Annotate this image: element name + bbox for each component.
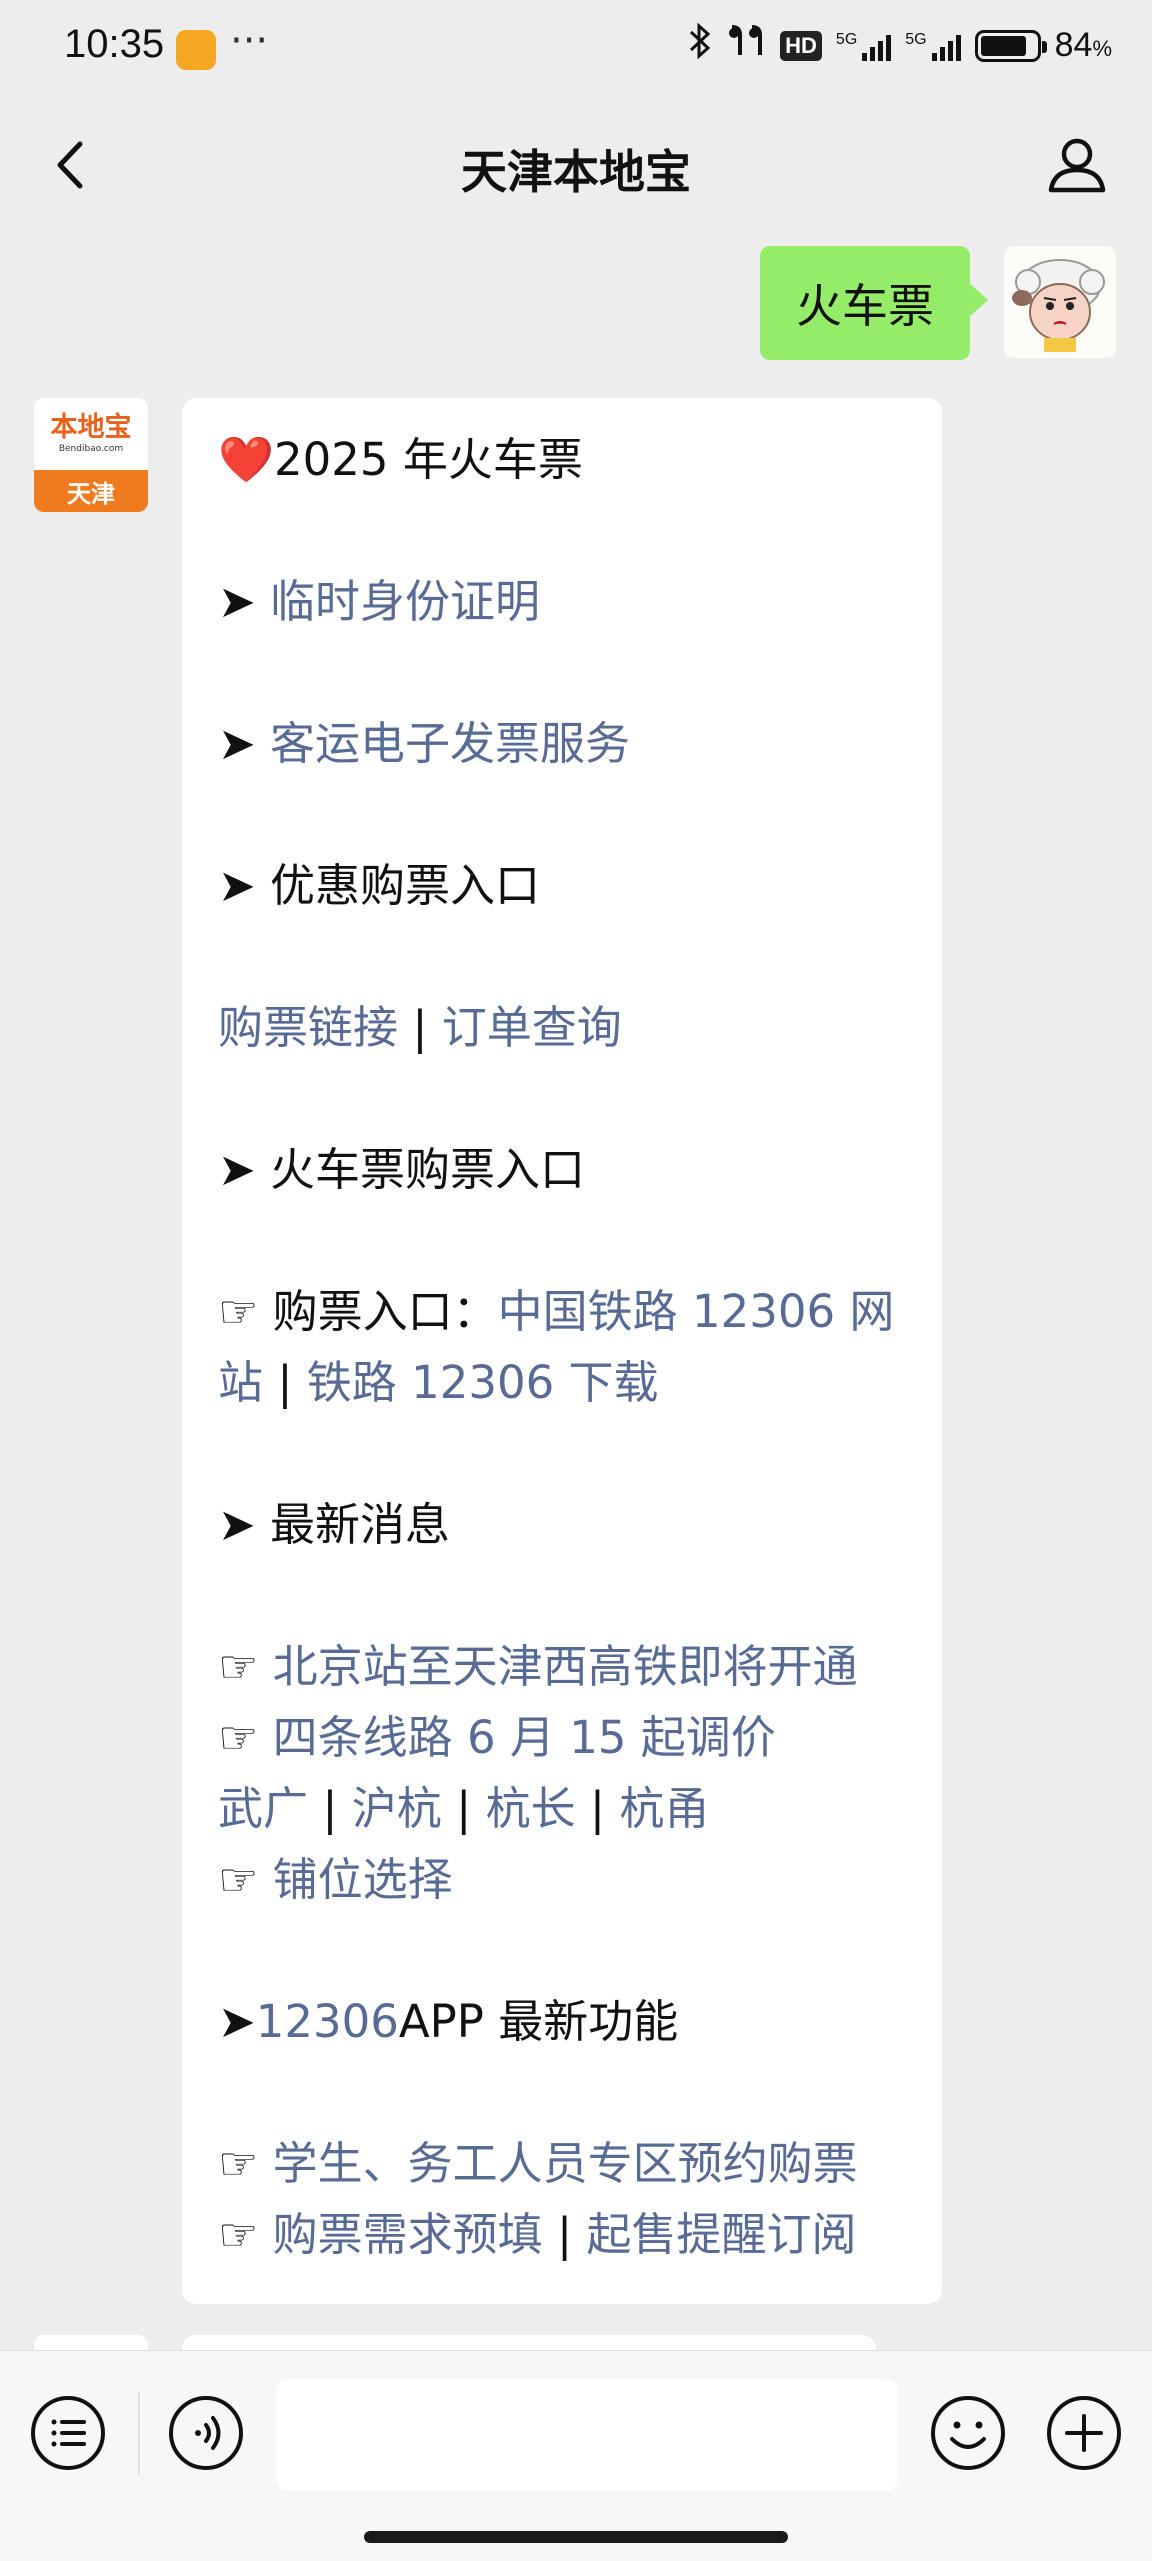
hand-pointer-icon: ☞ [218,1640,259,1693]
link-news-1[interactable]: 北京站至天津西高铁即将开通 [273,1640,858,1693]
chat-area[interactable]: 火车票 本地宝 Bendibao.com 天津 ❤️2025 年火车票 ➤ 临时… [0,230,1152,2350]
link-news-2[interactable]: 四条线路 6 月 15 起调价 [273,1711,776,1764]
notification-app-icon [176,30,216,70]
list-item: 购票链接 | 订单查询 [218,992,908,1063]
separator: | [575,1782,620,1835]
battery-percentage: 84% [1054,26,1112,64]
list-item: ➤ 临时身份证明 [218,566,908,637]
separator: | [308,1782,352,1835]
more-notifications-icon: ··· [230,18,269,64]
list-item: 站 | 铁路 12306 下载 [218,1347,908,1418]
bluetooth-icon [688,22,712,69]
section-heading: ➤ 最新消息 [218,1498,451,1551]
list-item: 武广 | 沪杭 | 杭长 | 杭甬 [218,1773,908,1844]
link-route-4[interactable]: 杭甬 [619,1782,709,1835]
arrow-icon: ➤ [218,859,256,912]
nav-bar: 天津本地宝 [0,100,1152,230]
link-12306-site-cont[interactable]: 站 [218,1356,263,1409]
next-message-bubble [182,2335,876,2350]
link-route-1[interactable]: 武广 [218,1782,308,1835]
separator: | [263,1356,307,1409]
list-item: ➤ 客运电子发票服务 [218,708,908,779]
list-item: ☞ 购票需求预填 | 起售提醒订阅 [218,2199,908,2270]
emoji-icon[interactable] [928,2393,1008,2473]
list-item: ☞ 铺位选择 [218,1844,908,1915]
message-input[interactable] [276,2379,898,2491]
separator: | [441,1782,486,1835]
outgoing-text: 火车票 [796,279,934,333]
link-news-3[interactable]: 铺位选择 [273,1853,453,1906]
status-bar: 10:35 ··· HD 5G 5G 84% [0,0,1152,100]
outgoing-bubble[interactable]: 火车票 [760,246,988,360]
outgoing-message: 火车票 [760,246,1116,360]
bendibao-logo: 本地宝 Bendibao.com [34,398,148,470]
user-avatar[interactable] [1004,246,1116,358]
link-route-3[interactable]: 杭长 [486,1782,576,1835]
page-title: 天津本地宝 [461,145,691,199]
hand-pointer-icon: ☞ [218,2137,259,2190]
arrow-icon: ➤ [218,575,256,628]
link-buy[interactable]: 购票链接 [218,1001,398,1054]
signal-icon-2: 5G [905,31,961,61]
arrow-icon: ➤ [218,1995,256,2048]
hand-pointer-icon: ☞ [218,1285,259,1338]
link-12306-download[interactable]: 铁路 12306 下载 [307,1356,659,1409]
plus-icon[interactable] [1044,2393,1124,2473]
hd-voice-badge: HD [780,30,822,61]
hand-pointer-icon: ☞ [218,1853,259,1906]
arrow-icon: ➤ [218,1143,256,1196]
hand-pointer-icon: ☞ [218,2208,259,2261]
link-feature-1[interactable]: 学生、务工人员专区预约购票 [273,2137,858,2190]
link-12306-site[interactable]: 中国铁路 12306 网 [498,1285,895,1338]
list-item: ☞ 购票入口：中国铁路 12306 网 [218,1285,895,1338]
separator: | [542,2208,587,2261]
section-heading: ➤ 火车票购票入口 [218,1143,586,1196]
arrow-icon: ➤ [218,1498,256,1551]
link-route-2[interactable]: 沪杭 [352,1782,442,1835]
incoming-bubble: ❤️2025 年火车票 ➤ 临时身份证明 ➤ 客运电子发票服务 ➤ 优惠购票入口… [182,398,942,2304]
link-feature-2a[interactable]: 购票需求预填 [273,2208,543,2261]
section-heading: ➤12306APP 最新功能 [218,1995,679,2048]
link-invoice[interactable]: 客运电子发票服务 [270,717,630,770]
link-order[interactable]: 订单查询 [442,1001,622,1054]
list-item: ☞ 学生、务工人员专区预约购票 [218,2128,908,2199]
earbuds-icon [726,23,766,68]
bot-avatar[interactable]: 本地宝 Bendibao.com 天津 [34,398,148,512]
separator: | [398,1001,442,1054]
message-title: ❤️2025 年火车票 [218,433,583,486]
bot-avatar-city: 天津 [34,470,148,512]
input-bar [0,2350,1152,2561]
hand-pointer-icon: ☞ [218,1711,259,1764]
list-item: ☞ 四条线路 6 月 15 起调价 [218,1702,908,1773]
heart-icon: ❤️ [218,433,275,486]
next-message-avatar [34,2335,148,2350]
person-icon[interactable] [1042,130,1112,200]
arrow-icon: ➤ [218,717,256,770]
link-temp-id[interactable]: 临时身份证明 [270,575,540,628]
divider [138,2391,140,2475]
list-icon[interactable] [28,2393,108,2473]
battery-icon [974,29,1047,62]
signal-icon-1: 5G [836,31,892,61]
link-feature-2b[interactable]: 起售提醒订阅 [586,2208,856,2261]
voice-icon[interactable] [166,2393,246,2473]
status-time: 10:35 [64,22,165,66]
home-indicator[interactable] [364,2531,788,2543]
section-heading: ➤ 优惠购票入口 [218,859,541,912]
list-item: ☞ 北京站至天津西高铁即将开通 [218,1631,908,1702]
link-12306-app[interactable]: 12306 [256,1995,399,2048]
status-indicators: HD 5G 5G 84% [688,22,1112,69]
